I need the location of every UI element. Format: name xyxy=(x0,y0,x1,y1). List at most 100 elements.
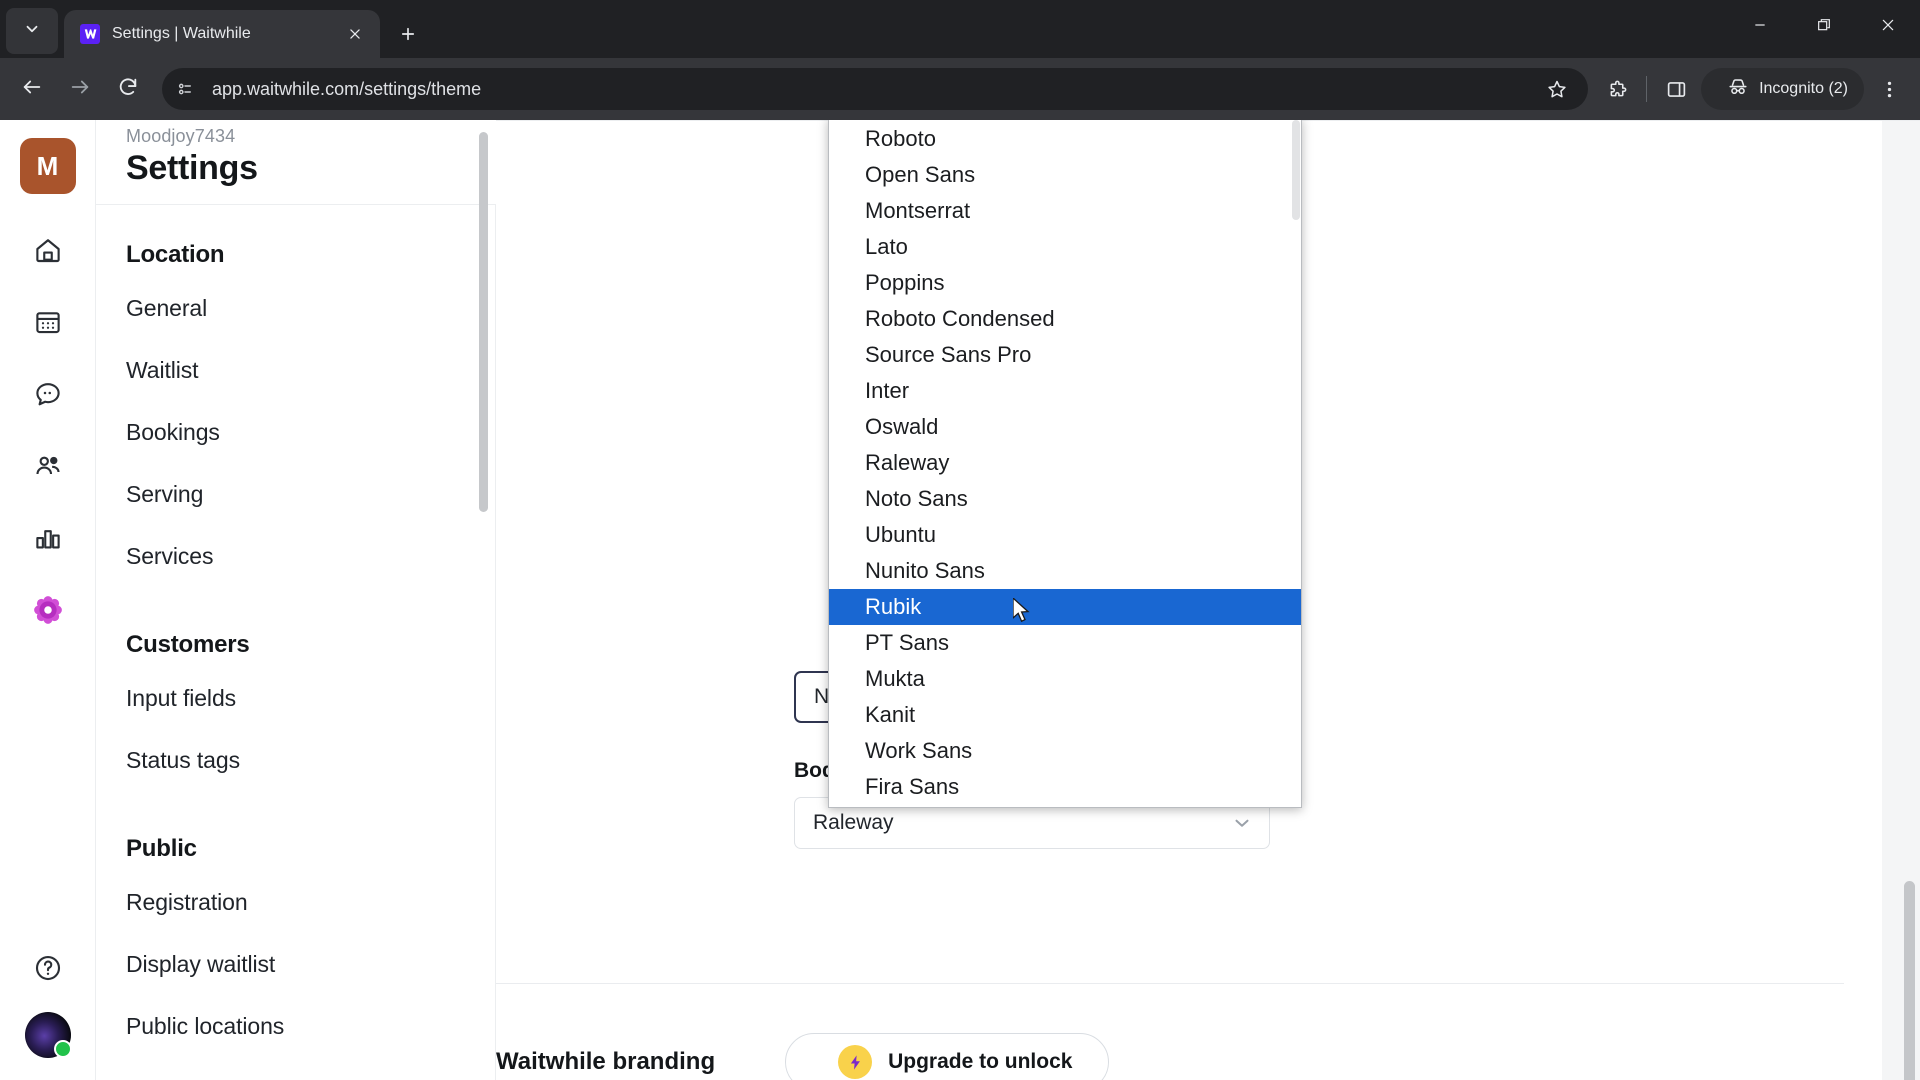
address-bar[interactable]: app.waitwhile.com/settings/theme xyxy=(162,68,1589,110)
nav-group-title: Customers xyxy=(126,631,250,658)
three-dot-menu-icon[interactable] xyxy=(1868,68,1910,110)
side-panel-icon[interactable] xyxy=(1655,68,1697,110)
dropdown-option[interactable]: Lato xyxy=(829,229,1301,265)
page-info-icon[interactable] xyxy=(168,72,202,106)
sidebar-item-customers[interactable] xyxy=(26,446,70,490)
lightning-bolt-icon xyxy=(838,1045,873,1079)
maximize-button[interactable] xyxy=(1792,0,1856,50)
sidebar-item-display-waitlist[interactable]: Display waitlist xyxy=(126,951,495,978)
back-button[interactable] xyxy=(10,67,54,111)
workspace-avatar[interactable]: M xyxy=(19,138,76,194)
nav-group-location: Location General Waitlist Bookings Servi… xyxy=(126,241,495,570)
close-window-button[interactable] xyxy=(1856,0,1920,50)
settings-nav-scrollbar[interactable] xyxy=(479,132,488,512)
org-name: Moodjoy7434 xyxy=(126,126,236,146)
bar-chart-icon xyxy=(33,523,63,558)
incognito-profile-button[interactable]: Incognito (2) xyxy=(1701,68,1864,110)
dropdown-option[interactable]: Ubuntu xyxy=(829,517,1301,553)
font-dropdown-list[interactable]: Roboto Open Sans Montserrat Lato Poppins… xyxy=(828,120,1302,808)
sidebar-item-waitlist[interactable]: Waitlist xyxy=(126,357,495,384)
dropdown-option[interactable]: Roboto xyxy=(829,121,1301,157)
sidebar-item-public-locations[interactable]: Public locations xyxy=(126,1013,495,1040)
tab-strip: Settings | Waitwhile xyxy=(0,0,1920,58)
sidebar-item-input-fields[interactable]: Input fields xyxy=(126,685,495,712)
dropdown-option[interactable]: PT Sans xyxy=(829,625,1301,661)
dropdown-option[interactable]: Mukta xyxy=(829,661,1301,697)
tab-search-button[interactable] xyxy=(6,8,58,54)
new-tab-button[interactable] xyxy=(390,16,426,52)
dropdown-option[interactable]: Montserrat xyxy=(829,193,1301,229)
reload-icon xyxy=(117,76,139,103)
toolbar-divider xyxy=(1646,76,1648,102)
sidebar-item-bookings[interactable]: Bookings xyxy=(126,419,495,446)
dropdown-option[interactable]: Kanit xyxy=(829,697,1301,733)
dropdown-option[interactable]: Raleway xyxy=(829,445,1301,481)
page-title: Settings xyxy=(126,149,258,187)
dropdown-option[interactable]: Nunito Sans xyxy=(829,553,1301,589)
flower-gear-icon xyxy=(33,595,63,630)
sidebar-item-registration[interactable]: Registration xyxy=(126,889,495,916)
sidebar-item-analytics[interactable] xyxy=(26,518,70,562)
people-icon xyxy=(33,451,63,486)
sidebar-item-serving[interactable]: Serving xyxy=(126,481,495,508)
tab-title: Settings | Waitwhile xyxy=(112,25,251,42)
upgrade-to-unlock-button[interactable]: Upgrade to unlock xyxy=(785,1033,1110,1080)
window-controls xyxy=(1728,0,1920,50)
rail-bottom xyxy=(0,950,96,1058)
dropdown-option[interactable]: Work Sans xyxy=(829,733,1301,769)
dropdown-option[interactable]: Noto Sans xyxy=(829,481,1301,517)
waitwhile-branding-row: Waitwhile branding Upgrade to unlock xyxy=(496,1033,1110,1080)
extensions-puzzle-icon[interactable] xyxy=(1596,68,1638,110)
dropdown-option[interactable]: Poppins xyxy=(829,265,1301,301)
forward-arrow-icon xyxy=(69,76,91,103)
sidebar-item-messages[interactable] xyxy=(26,374,70,418)
page-scrollbar[interactable] xyxy=(1904,881,1915,1080)
body-font-value: Raleway xyxy=(813,811,894,834)
sidebar-item-status-tags[interactable]: Status tags xyxy=(126,747,495,774)
dropdown-option[interactable]: Fira Sans xyxy=(829,769,1301,805)
rail-icon-list xyxy=(26,230,70,634)
dropdown-option[interactable]: Inter xyxy=(829,373,1301,409)
upgrade-label: Upgrade to unlock xyxy=(888,1050,1073,1073)
dropdown-option[interactable]: Oswald xyxy=(829,409,1301,445)
sidebar-item-home[interactable] xyxy=(26,230,70,274)
dropdown-option[interactable]: Roboto Condensed xyxy=(829,301,1301,337)
dropdown-scrollbar[interactable] xyxy=(1292,120,1300,220)
incognito-label: Incognito (2) xyxy=(1759,80,1848,97)
browser-tab[interactable]: Settings | Waitwhile xyxy=(64,10,380,58)
tab-close-button[interactable] xyxy=(342,21,368,47)
browser-toolbar: app.waitwhile.com/settings/theme Incogni… xyxy=(0,58,1920,120)
dropdown-option[interactable]: Source Sans Pro xyxy=(829,337,1301,373)
incognito-hat-icon xyxy=(1727,76,1749,103)
forward-button[interactable] xyxy=(58,67,102,111)
dropdown-option-selected[interactable]: Rubik xyxy=(829,589,1301,625)
reload-button[interactable] xyxy=(106,67,150,111)
dropdown-option[interactable]: Open Sans xyxy=(829,157,1301,193)
nav-group-customers: Customers Input fields Status tags xyxy=(126,631,495,774)
settings-nav-list: Location General Waitlist Bookings Servi… xyxy=(96,204,496,1080)
nav-group-public: Public Registration Display waitlist Pub… xyxy=(126,835,495,1040)
chevron-down-icon xyxy=(23,20,41,43)
home-icon xyxy=(33,235,63,270)
settings-sidebar: Moodjoy7434 Settings Location General Wa… xyxy=(96,120,496,1080)
waitwhile-logo-icon xyxy=(80,24,100,44)
star-icon[interactable] xyxy=(1540,72,1574,106)
question-circle-icon xyxy=(33,953,63,988)
minimize-button[interactable] xyxy=(1728,0,1792,50)
back-arrow-icon xyxy=(21,76,43,103)
sidebar-item-settings[interactable] xyxy=(26,590,70,634)
sidebar-item-services[interactable]: Services xyxy=(126,543,495,570)
user-avatar[interactable] xyxy=(25,1012,72,1058)
nav-group-title: Location xyxy=(126,241,225,268)
settings-header: Moodjoy7434 Settings xyxy=(96,120,496,204)
chat-bubble-icon xyxy=(33,379,63,414)
sidebar-item-calendar[interactable] xyxy=(26,302,70,346)
section-divider xyxy=(496,983,1844,984)
browser-window: Settings | Waitwhile app.waitwhile.com/s… xyxy=(0,0,1920,1080)
calendar-icon xyxy=(33,307,63,342)
url-text: app.waitwhile.com/settings/theme xyxy=(212,78,482,99)
sidebar-item-general[interactable]: General xyxy=(126,295,495,322)
help-button[interactable] xyxy=(28,950,68,990)
